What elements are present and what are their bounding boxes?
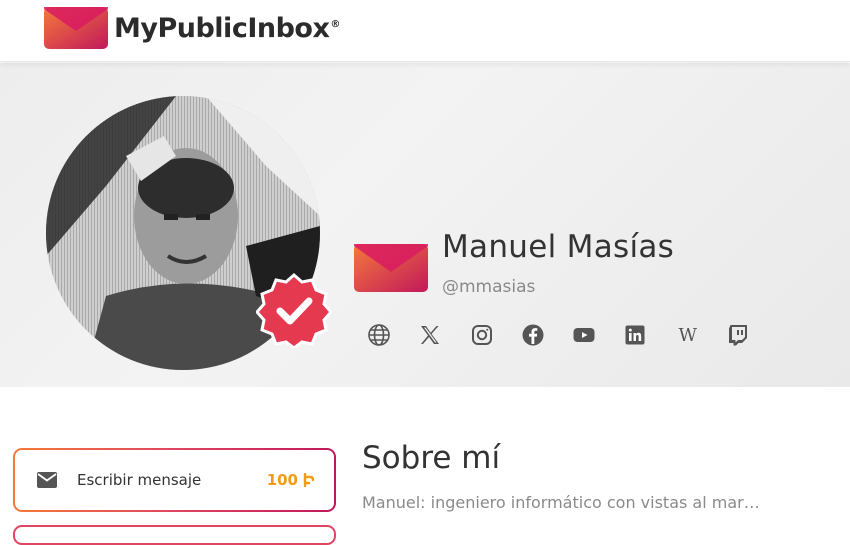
x-twitter-icon[interactable] xyxy=(417,322,443,348)
logo-text: MyPublicInbox® xyxy=(114,12,340,44)
twitch-icon[interactable] xyxy=(725,322,751,348)
secondary-action-button[interactable] xyxy=(13,525,336,545)
youtube-icon[interactable] xyxy=(571,322,597,348)
verified-badge-icon[interactable] xyxy=(256,272,332,348)
write-message-label: Escribir mensaje xyxy=(77,471,202,489)
facebook-icon[interactable] xyxy=(520,322,546,348)
social-links: W xyxy=(366,322,776,348)
envelope-logo-icon xyxy=(44,7,108,49)
top-header: MyPublicInbox® xyxy=(0,0,850,62)
write-message-button[interactable]: Escribir mensaje 100 xyxy=(13,448,336,512)
message-price: 100 xyxy=(267,471,314,489)
about-title: Sobre mí xyxy=(362,440,501,476)
profile-handle: @mmasias xyxy=(442,277,536,297)
mail-icon xyxy=(37,472,57,488)
coin-icon xyxy=(303,473,314,487)
profile-name: Manuel Masías xyxy=(442,229,675,265)
globe-icon[interactable] xyxy=(366,322,392,348)
mypublicinbox-logo[interactable]: MyPublicInbox® xyxy=(44,7,340,49)
instagram-icon[interactable] xyxy=(469,322,495,348)
mypublicinbox-envelope-icon xyxy=(354,244,428,292)
wikipedia-icon[interactable]: W xyxy=(674,322,700,348)
about-text: Manuel: ingeniero informático con vistas… xyxy=(362,493,760,512)
linkedin-icon[interactable] xyxy=(622,322,648,348)
